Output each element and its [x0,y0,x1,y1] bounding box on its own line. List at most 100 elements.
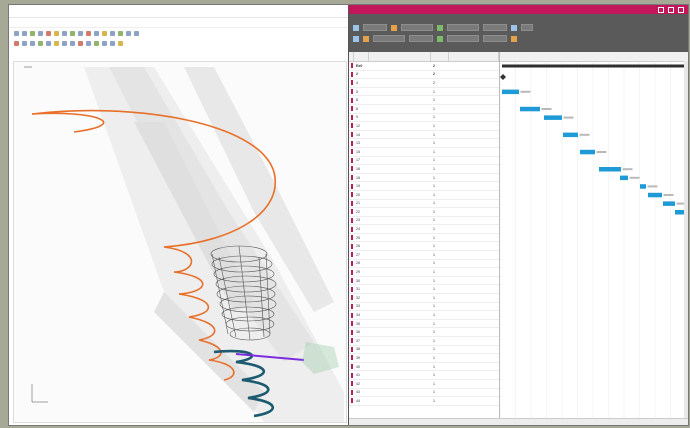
task-row[interactable]: 39 1 [349,354,499,363]
task-row[interactable]: 43 1 [349,389,499,398]
task-row[interactable]: 25 1 [349,234,499,243]
task-row[interactable]: 27 1 [349,251,499,260]
maximize-icon[interactable] [668,6,674,13]
task-row[interactable]: 42 [349,79,499,88]
task-row[interactable]: 19 1 [349,182,499,191]
toolbar-icon[interactable] [110,40,115,46]
task-row[interactable]: 32 1 [349,294,499,303]
toolbar-icon[interactable] [78,40,83,46]
task-row[interactable]: 18 1 [349,174,499,183]
task-row[interactable]: 20 1 [349,191,499,200]
task-row[interactable]: 44 1 [349,397,499,406]
toolbar-icon[interactable] [102,30,107,36]
ribbon-icon[interactable] [363,35,369,42]
task-row[interactable]: 51 [349,88,499,97]
minimize-icon[interactable] [658,6,664,13]
ribbon-control[interactable] [483,24,507,31]
task-row[interactable]: 14 1 [349,131,499,140]
task-row[interactable]: 81 [349,96,499,105]
ribbon-control[interactable] [447,35,479,42]
toolbar-icon[interactable] [86,40,91,46]
grid-icon[interactable] [62,30,67,36]
task-row[interactable]: 35 1 [349,320,499,329]
task-row[interactable]: 22 [349,71,499,80]
toolbar-icon[interactable] [126,30,131,36]
toolbar-icon[interactable] [86,30,91,36]
vertical-scrollbar[interactable] [684,61,688,419]
redo-icon[interactable] [22,30,27,36]
save-icon[interactable] [30,30,35,36]
task-row[interactable]: 36 1 [349,328,499,337]
toolbar-icon[interactable] [118,40,123,46]
draw-line-icon[interactable] [54,30,59,36]
task-row[interactable]: 33 1 [349,303,499,312]
toolbar-icon[interactable] [94,40,99,46]
toolbar-icon[interactable] [78,30,83,36]
zoom-icon[interactable] [38,30,43,36]
toolbar-icon[interactable] [54,40,59,46]
toolbar-icon[interactable] [22,40,27,46]
toolbar-icon[interactable] [38,40,43,46]
task-row[interactable]: 17 1 [349,157,499,166]
toolbar-icon[interactable] [134,30,139,36]
ribbon-icon[interactable] [437,24,443,31]
ribbon-control[interactable] [363,24,387,31]
toolbar-icon[interactable] [70,40,75,46]
ribbon-control[interactable] [373,35,405,42]
task-row[interactable]: 31 1 [349,285,499,295]
toolbar-icon[interactable] [46,40,51,46]
task-row[interactable]: 13 1 [349,139,499,148]
task-row[interactable]: 12 1 [349,122,499,131]
layer-icon[interactable] [70,30,75,36]
task-row[interactable]: 91 [349,114,499,123]
task-start [449,105,499,113]
task-row[interactable]: 28 1 [349,260,499,269]
task-grid: Ex0 2 2 2 4 2 5 1 8 1 6 1 9 1 12 1 14 1 13 1 15 1 17 1 16 1 18 1 19 1… [349,62,499,406]
task-row[interactable]: 38 1 [349,346,499,355]
header-name[interactable] [369,52,431,61]
task-row[interactable]: 22 1 [349,208,499,217]
header-duration[interactable] [431,52,449,61]
ribbon-icon[interactable] [353,35,359,42]
header-id[interactable] [354,52,369,61]
toolbar-icon[interactable] [94,30,99,36]
close-icon[interactable] [678,6,684,13]
ribbon-icon[interactable] [511,35,517,42]
task-row[interactable]: 21 1 [349,200,499,209]
horizontal-scrollbar[interactable] [349,418,688,425]
header-start[interactable] [449,52,499,61]
ribbon-icon[interactable] [391,24,397,31]
ribbon-control[interactable] [447,24,479,31]
undo-icon[interactable] [14,30,19,36]
toolbar-icon[interactable] [62,40,67,46]
ribbon-control[interactable] [401,24,433,31]
ribbon-icon[interactable] [353,24,359,31]
task-row[interactable]: 30 1 [349,277,499,286]
ribbon-control[interactable] [409,35,433,42]
task-row[interactable]: 61 [349,105,499,114]
task-row[interactable]: 40 1 [349,363,499,372]
task-row[interactable]: 37 1 [349,337,499,346]
toolbar-icon[interactable] [110,30,115,36]
task-row[interactable]: 42 1 [349,380,499,389]
toolbar-icon[interactable] [102,40,107,46]
toolbar-icon[interactable] [30,40,35,46]
task-row[interactable]: 15 1 [349,148,499,157]
task-row[interactable]: 29 1 [349,268,499,277]
task-row[interactable]: 34 1 [349,311,499,320]
toolbar-icon[interactable] [14,40,19,46]
ribbon-icon[interactable] [437,35,443,42]
ribbon-icon[interactable] [511,24,517,31]
task-row[interactable]: Ex0 2 [349,62,499,71]
task-row[interactable]: 16 1 [349,165,499,174]
task-row[interactable]: 41 1 [349,371,499,380]
ribbon-control[interactable] [521,24,533,31]
ribbon-control[interactable] [483,35,507,42]
task-row[interactable]: 23 1 [349,217,499,226]
gantt-timeline[interactable] [499,52,688,425]
task-row[interactable]: 24 1 [349,225,499,234]
task-row[interactable]: 26 1 [349,242,499,252]
select-icon[interactable] [46,30,51,36]
3d-viewport[interactable] [13,61,347,423]
toolbar-icon[interactable] [118,30,123,36]
